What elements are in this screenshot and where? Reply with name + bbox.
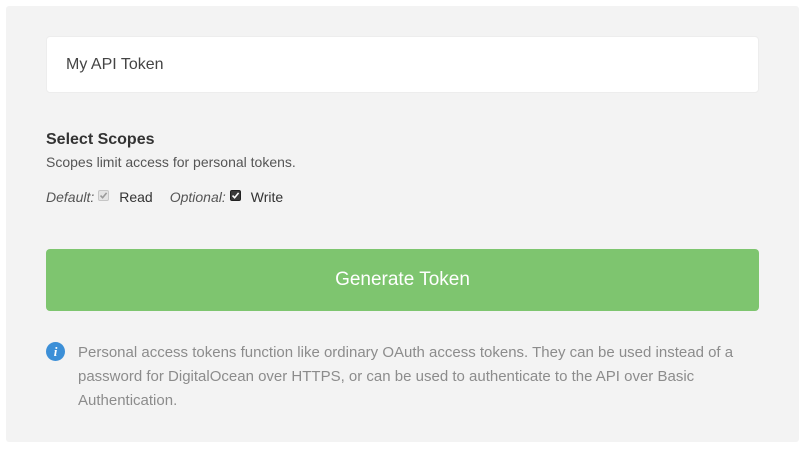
info-description: Personal access tokens function like ord… xyxy=(78,344,734,409)
token-form-panel: Select Scopes Scopes limit access for pe… xyxy=(6,6,799,442)
default-scope-prefix: Default: xyxy=(46,189,95,205)
token-name-input[interactable] xyxy=(46,36,759,93)
scopes-row: Default: Read Optional: Write xyxy=(46,187,283,207)
info-icon: i xyxy=(46,342,65,361)
read-scope-label: Read xyxy=(119,189,153,205)
checkmark-icon xyxy=(231,191,239,199)
generate-token-button[interactable]: Generate Token xyxy=(46,249,759,311)
checkmark-icon xyxy=(100,191,108,199)
scopes-description: Scopes limit access for personal tokens. xyxy=(46,154,296,170)
scopes-title: Select Scopes xyxy=(46,131,155,148)
write-scope-label[interactable]: Write xyxy=(251,189,283,205)
write-scope-checkbox[interactable] xyxy=(229,189,241,201)
optional-scope-prefix: Optional: xyxy=(169,189,226,205)
read-scope-checkbox xyxy=(98,189,110,201)
